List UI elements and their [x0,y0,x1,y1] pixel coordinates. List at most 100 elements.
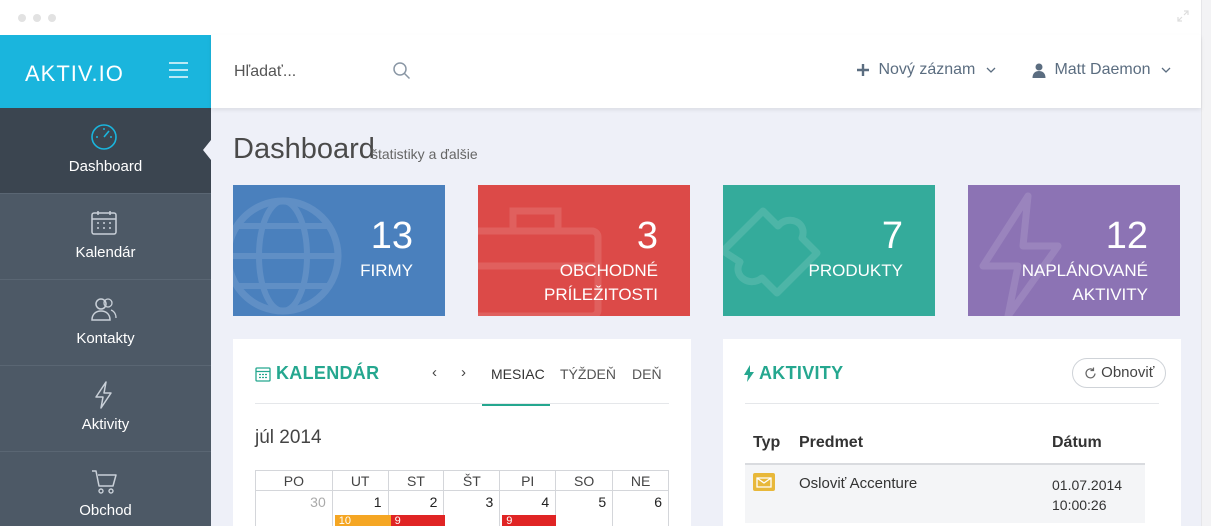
app-logo[interactable]: AKTIV.IO [25,61,124,87]
column-header-datum[interactable]: Dátum [1052,434,1102,452]
stat-tile-firmy[interactable]: 13 FIRMY [233,185,445,316]
user-name: Matt Daemon [1054,61,1151,78]
next-button[interactable]: › [461,364,466,381]
sidebar-item-obchod[interactable]: Obchod [0,452,211,526]
calendar-icon [255,367,271,382]
stat-value: 12 [1105,215,1148,257]
calendar-day[interactable]: 6 [612,490,669,526]
lightning-icon [744,365,754,382]
stat-tile-obchodne-prilezitosti[interactable]: 3 OBCHODNÉ PRÍLEŽITOSTI [478,185,690,316]
stat-tile-produkty[interactable]: 7 PRODUKTY [723,185,935,316]
user-menu[interactable]: Matt Daemon [1032,61,1171,79]
search-icon[interactable] [392,61,412,81]
divider [745,403,1159,404]
day-number: 30 [310,494,326,510]
calendar-day[interactable]: 3 [443,490,501,526]
tab-tyzden[interactable]: TÝŽDEŇ [560,366,616,382]
globe-icon [233,197,342,315]
tab-mesiac[interactable]: MESIAC [491,366,545,382]
prev-button[interactable]: ‹ [432,364,437,381]
window-dot [18,14,26,22]
chevron-down-icon [1161,67,1171,73]
hamburger-menu-icon[interactable] [169,62,188,78]
weekday-header: NE [612,470,669,491]
stat-label: PRODUKTY [808,261,903,280]
stat-tile-naplanovane-aktivity[interactable]: 12 NAPLÁNOVANÉ AKTIVITY [968,185,1180,316]
calendar-icon [91,211,117,235]
sidebar-item-kontakty[interactable]: Kontakty [0,280,211,366]
brand-bar: AKTIV.IO [0,35,211,108]
calendar-day[interactable]: 1 10 [331,490,393,526]
activity-date: 01.07.2014 10:00:26 [1052,475,1122,515]
weekday-header: SO [555,470,614,491]
day-number: 3 [485,494,494,510]
window-dot [48,14,56,22]
sidebar-item-label: Aktivity [81,416,130,433]
stat-label: OBCHODNÉ PRÍLEŽITOSTI [544,261,658,304]
sidebar-item-label: Kontakty [76,330,135,347]
main-content: Dashboard štatistiky a ďalšie 13 FIRMY 3… [211,108,1201,526]
sidebar-item-kalendar[interactable]: Kalendár [0,194,211,280]
calendar-event[interactable]: 10 [334,515,393,526]
activities-card: AKTIVITY Obnoviť Typ Predmet Dátum Oslov… [723,339,1181,526]
sidebar-item-dashboard[interactable]: Dashboard [0,108,211,194]
topbar: Nový záznam Matt Daemon [211,35,1201,108]
weekday-header: ST [387,470,445,491]
activity-date-time: 10:00:26 [1052,497,1107,513]
column-header-typ[interactable]: Typ [753,434,780,452]
window-edge [1201,0,1211,526]
active-tab-underline [482,404,550,406]
refresh-icon [1085,367,1096,378]
calendar-day[interactable]: 5 [555,490,614,526]
month-label: júl 2014 [255,427,322,448]
tab-den[interactable]: DEŇ [632,366,662,382]
activities-title: AKTIVITY [759,363,844,383]
chevron-down-icon [986,67,996,73]
sidebar-item-label: Obchod [79,502,132,519]
window-dot [33,14,41,22]
divider [255,403,669,404]
expand-icon[interactable] [1177,10,1189,22]
activity-date-day: 01.07.2014 [1052,477,1123,493]
weekday-header: UT [331,470,389,491]
calendar-title: KALENDÁR [276,363,380,383]
puzzle-icon [723,207,821,297]
calendar-grid: PO UT ST ŠT PI SO NE 30 1 10 2 9 3 4 9 5… [255,470,669,526]
mail-icon [753,473,775,491]
stat-value: 13 [370,215,413,257]
table-row[interactable]: Osloviť Accenture 01.07.2014 10:00:26 [745,465,1145,523]
weekday-header: ŠT [443,470,501,491]
day-number: 2 [429,494,438,510]
sidebar-item-aktivity[interactable]: Aktivity [0,366,211,452]
calendar-day[interactable]: 30 [255,490,333,526]
day-number: 6 [654,494,662,510]
lightning-icon [95,381,112,409]
active-indicator [203,140,211,160]
page-title: Dashboard [233,133,375,165]
day-number: 4 [541,494,550,510]
day-number: 1 [373,494,382,510]
refresh-label: Obnoviť [1101,364,1155,382]
calendar-day[interactable]: 4 9 [499,490,557,526]
sidebar: Dashboard Kalendár Kontakty Aktivity Obc… [0,108,211,526]
search-input[interactable] [234,59,404,85]
refresh-button[interactable]: Obnoviť [1072,358,1167,388]
dashboard-gauge-icon [91,124,117,150]
weekday-header: PO [255,470,333,491]
calendar-event[interactable]: 9 [390,515,445,526]
sidebar-item-label: Dashboard [68,158,143,175]
column-header-predmet[interactable]: Predmet [799,434,863,452]
new-record-label: Nový záznam [878,61,976,78]
calendar-event[interactable]: 9 [502,515,557,526]
cart-icon [92,470,117,494]
window-titlebar [0,0,1211,35]
weekday-header: PI [499,470,557,491]
sidebar-item-label: Kalendár [75,244,136,261]
calendar-day[interactable]: 2 9 [387,490,445,526]
plus-icon [857,64,869,76]
new-record-button[interactable]: Nový záznam [856,61,996,79]
activity-subject[interactable]: Osloviť Accenture [799,475,917,492]
user-icon [1032,63,1046,78]
stat-label: FIRMY [360,261,413,280]
stat-label: NAPLÁNOVANÉ AKTIVITY [1021,261,1148,304]
